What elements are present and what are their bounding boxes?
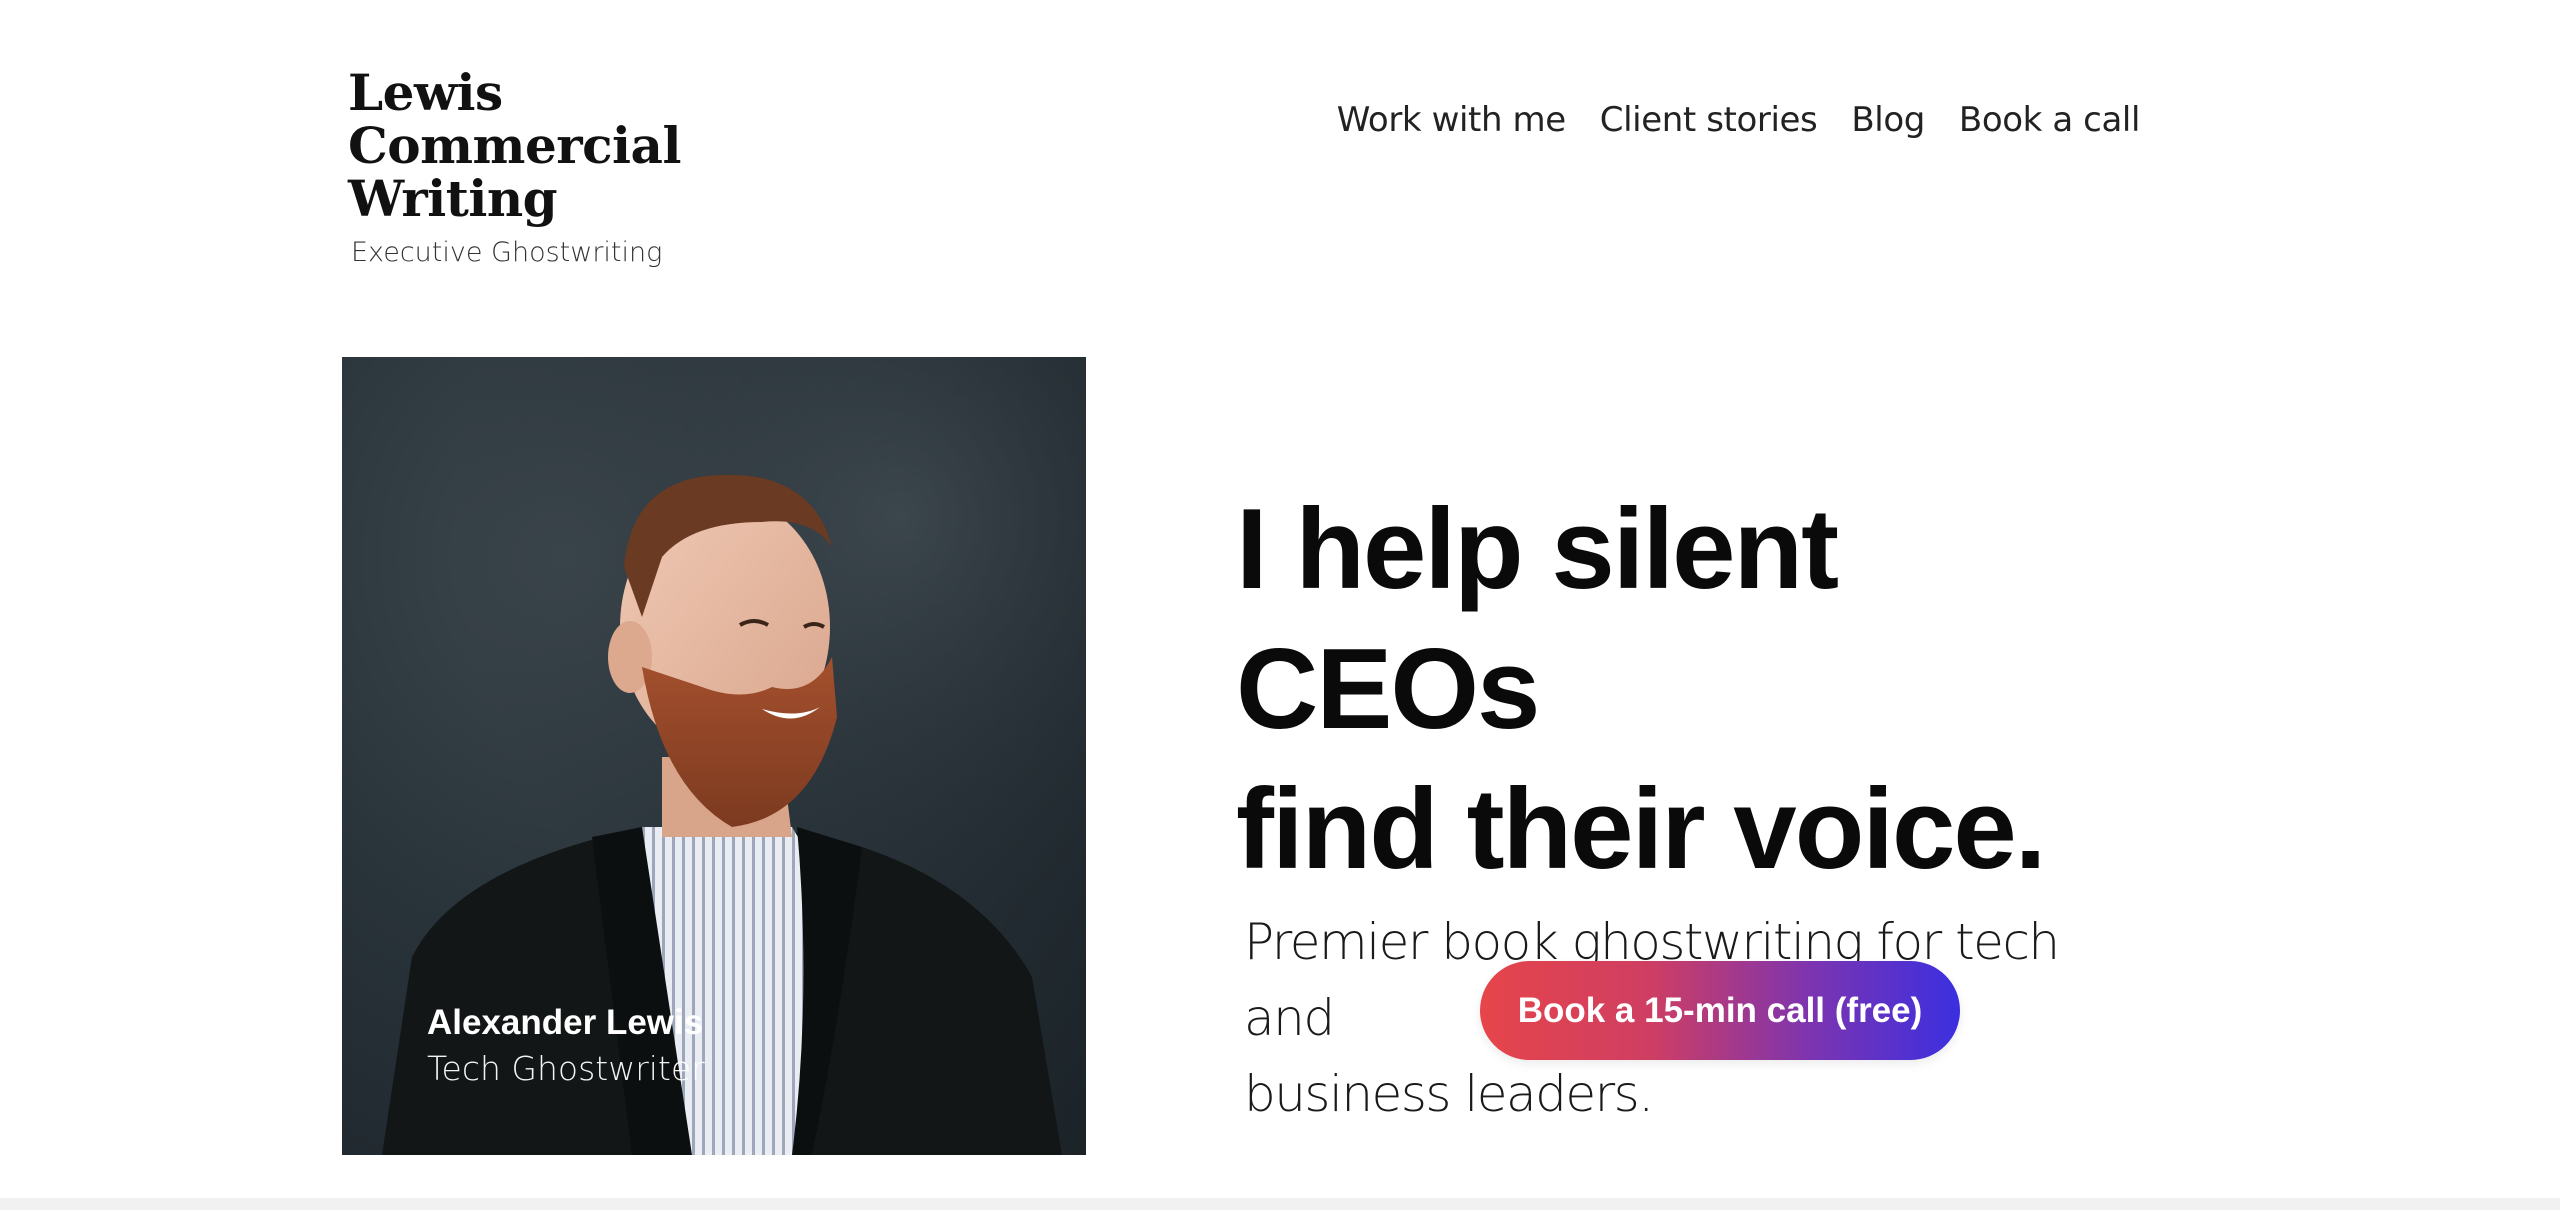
- book-call-button[interactable]: Book a 15-min call (free): [1480, 961, 1960, 1060]
- brand-title: Lewis Commercial Writing: [348, 66, 768, 225]
- portrait-photo: Alexander Lewis Tech Ghostwriter: [342, 357, 1086, 1155]
- site-logo[interactable]: Lewis Commercial Writing Executive Ghost…: [348, 66, 768, 268]
- nav-blog[interactable]: Blog: [1851, 100, 1925, 140]
- nav-work-with-me[interactable]: Work with me: [1337, 100, 1566, 140]
- portrait-name: Alexander Lewis: [427, 1003, 704, 1042]
- portrait-role: Tech Ghostwriter: [427, 1049, 705, 1088]
- brand-title-line: Writing: [348, 169, 558, 228]
- main-nav: Work with me Client stories Blog Book a …: [1337, 100, 2141, 140]
- hero-headline: I help silent CEOs find their voice.: [1236, 480, 2156, 900]
- hero-headline-line: I help silent CEOs: [1236, 486, 1839, 753]
- brand-title-line: Commercial: [348, 116, 681, 175]
- nav-client-stories[interactable]: Client stories: [1600, 100, 1818, 140]
- nav-book-a-call[interactable]: Book a call: [1959, 100, 2140, 140]
- brand-title-line: Lewis: [348, 63, 503, 122]
- section-divider: [0, 1198, 2560, 1210]
- hero-headline-line: find their voice.: [1236, 766, 2046, 893]
- page: Lewis Commercial Writing Executive Ghost…: [0, 0, 2560, 1210]
- portrait-caption: Alexander Lewis Tech Ghostwriter: [427, 1001, 705, 1093]
- brand-tagline: Executive Ghostwriting: [351, 237, 663, 268]
- hero-subheadline-line: business leaders.: [1244, 1065, 1654, 1123]
